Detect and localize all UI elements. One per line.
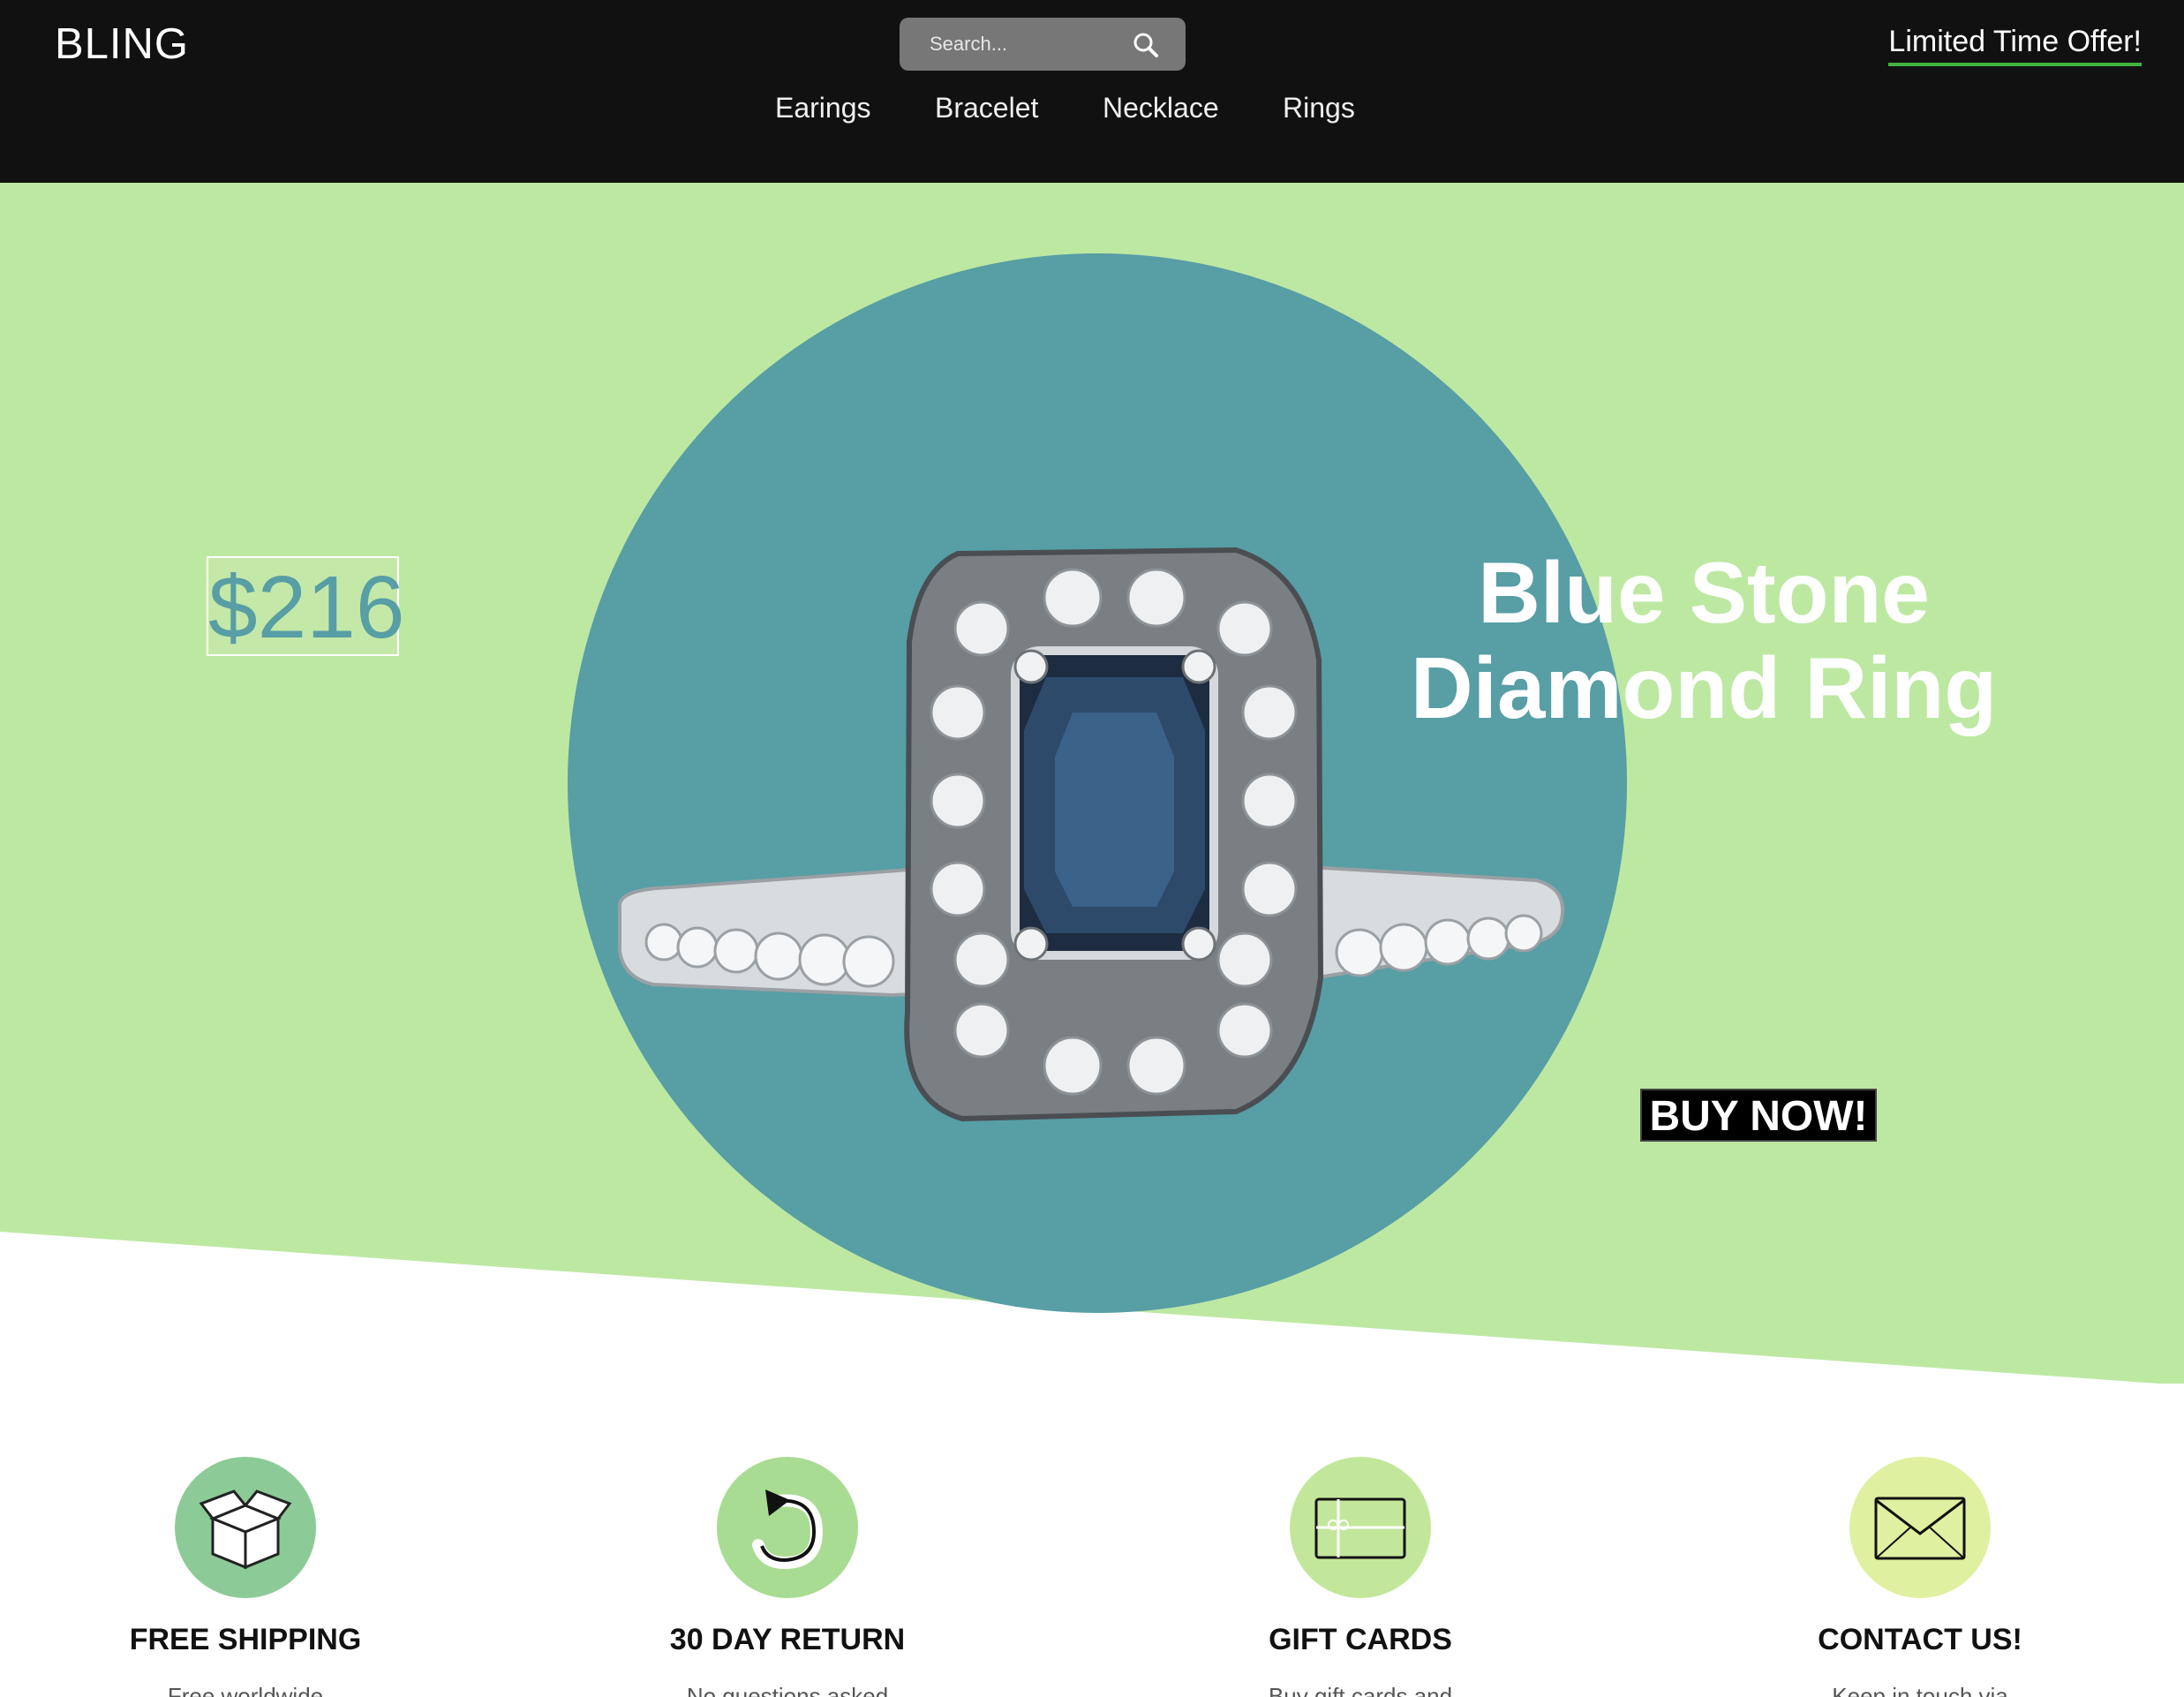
feature-30-day-return[interactable]: 30 DAY RETURN No questions asked <box>611 1457 964 1697</box>
nav-item-rings[interactable]: Rings <box>1283 92 1355 124</box>
feature-gift-cards[interactable]: GIFT CARDS Buy gift cards and <box>1184 1457 1537 1697</box>
feature-title: 30 DAY RETURN <box>669 1623 906 1656</box>
feature-title: FREE SHIPPING <box>129 1623 362 1656</box>
product-title-line2: Diamond Ring <box>1410 639 1998 736</box>
feature-title: CONTACT US! <box>1818 1623 2022 1656</box>
product-title-line1: Blue Stone <box>1478 544 1930 641</box>
feature-subtitle: No questions asked <box>686 1683 889 1697</box>
limited-offer-link[interactable]: Limited Time Offer! <box>1888 25 2142 66</box>
hero-background <box>0 183 2184 1384</box>
gift-card-icon <box>1314 1497 1406 1559</box>
feature-title: GIFT CARDS <box>1269 1623 1452 1656</box>
feature-subtitle: Buy gift cards and <box>1268 1683 1453 1697</box>
search-input[interactable] <box>930 18 1133 71</box>
feature-subtitle: Keep in touch via <box>1832 1683 2008 1697</box>
hero-section: $216 Blue Stone Diamond Ring BUY NOW! <box>0 183 2184 1384</box>
feature-circle <box>1290 1457 1431 1598</box>
main-nav: Earings Bracelet Necklace Rings <box>0 92 2184 134</box>
brand-logo[interactable]: BLING <box>55 19 189 69</box>
price-label: $216 <box>208 558 405 657</box>
search-icon[interactable] <box>1133 32 1159 58</box>
feature-contact-us[interactable]: CONTACT US! Keep in touch via <box>1743 1457 2097 1697</box>
top-bar: BLING Earings Bracelet Necklace Rings Li… <box>0 0 2184 183</box>
nav-item-earings[interactable]: Earings <box>775 92 871 124</box>
search-box[interactable] <box>900 18 1186 71</box>
box-icon <box>199 1490 292 1570</box>
envelope-icon <box>1874 1497 1966 1560</box>
feature-free-shipping[interactable]: FREE SHIPPING Free worldwide <box>69 1457 422 1697</box>
nav-item-necklace[interactable]: Necklace <box>1103 92 1219 124</box>
feature-circle <box>717 1457 858 1598</box>
buy-now-button[interactable]: BUY NOW! <box>1640 1089 1877 1142</box>
feature-circle <box>1849 1457 1991 1598</box>
product-title: Blue Stone Diamond Ring <box>1377 545 2030 735</box>
price-box: $216 <box>207 556 405 657</box>
feature-circle <box>175 1457 316 1598</box>
feature-subtitle: Free worldwide <box>167 1683 324 1697</box>
return-arrow-icon <box>752 1490 824 1570</box>
nav-item-bracelet[interactable]: Bracelet <box>935 92 1038 124</box>
